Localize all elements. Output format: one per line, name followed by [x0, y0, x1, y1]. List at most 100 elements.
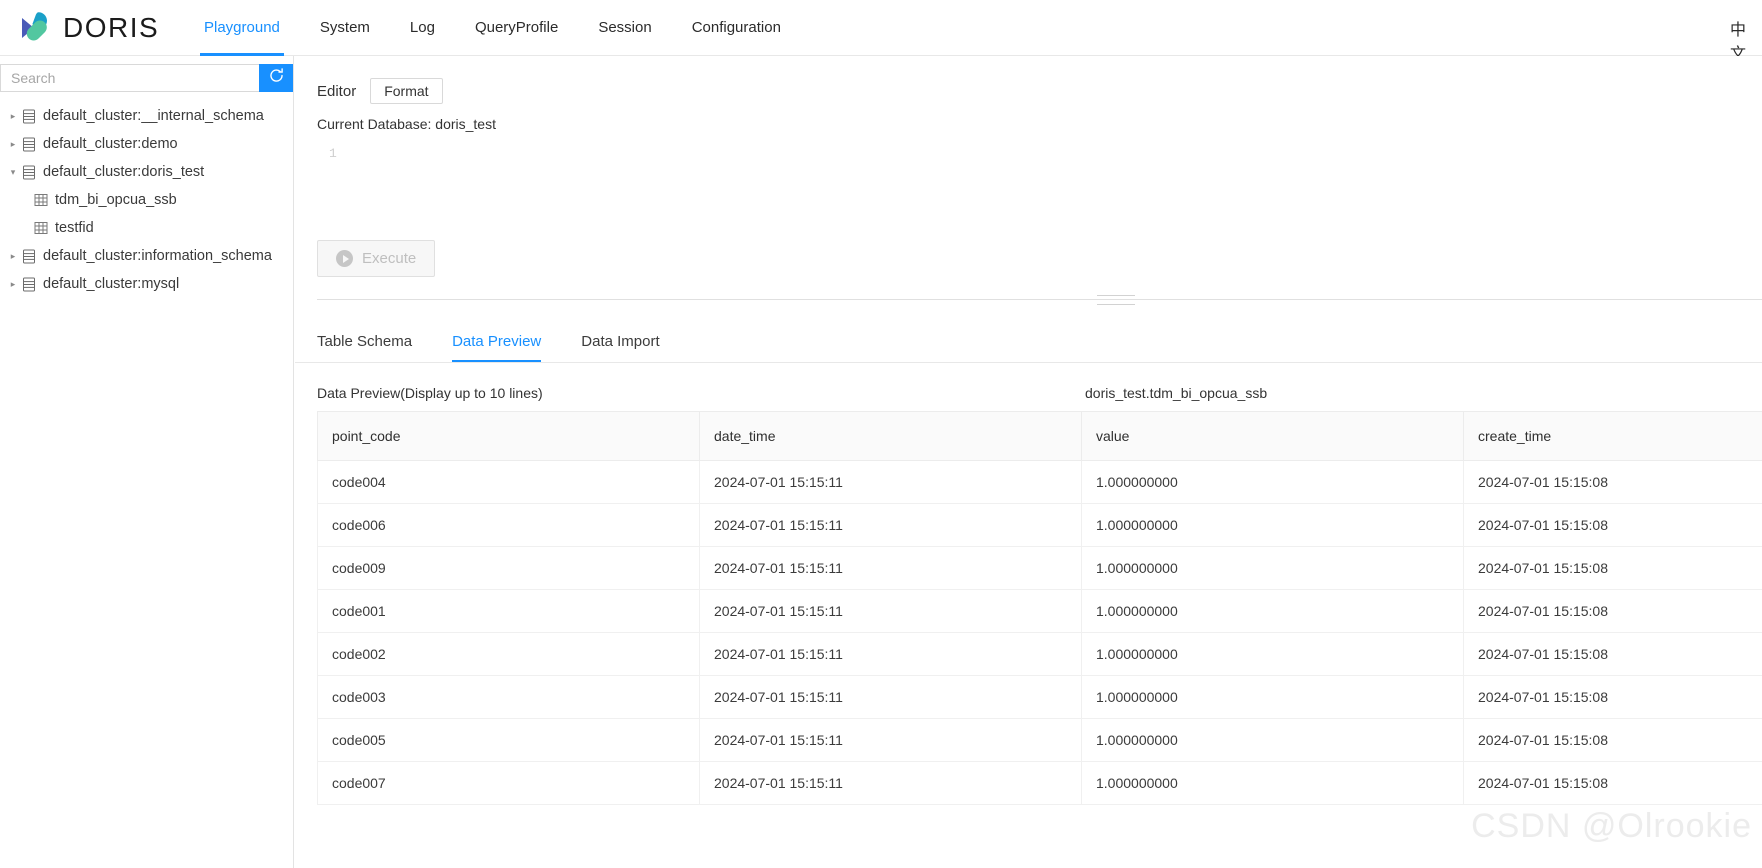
chevron-right-icon[interactable]: ▸: [4, 139, 22, 150]
refresh-button[interactable]: [259, 64, 293, 92]
cell-value: 1.000000000: [1081, 546, 1464, 590]
play-icon: [336, 250, 353, 267]
tree-node-label: default_cluster:information_schema: [43, 248, 272, 264]
cell-create-time: 2024-07-01 15:15:08: [1463, 460, 1762, 504]
database-icon: [22, 109, 36, 124]
cell-value: 1.000000000: [1081, 460, 1464, 504]
column-header-create-time: create_time: [1463, 411, 1762, 461]
table-row: code002 2024-07-01 15:15:11 1.000000000 …: [317, 632, 1762, 676]
database-icon: [22, 137, 36, 152]
execute-button[interactable]: Execute: [317, 240, 436, 277]
cell-date-time: 2024-07-01 15:15:11: [699, 761, 1082, 805]
tree-node-tdm-bi-opcua-ssb[interactable]: tdm_bi_opcua_ssb: [0, 186, 293, 214]
preview-title: Data Preview(Display up to 10 lines): [317, 385, 543, 401]
tree-node-label: default_cluster:demo: [43, 136, 178, 152]
brand-title: DORIS: [63, 11, 160, 43]
tree-node-doris-test[interactable]: ▾ default_cluster:doris_test: [0, 158, 293, 186]
table-icon: [34, 193, 48, 207]
data-table-wrap: point_code date_time value create_time c…: [295, 411, 1762, 805]
panel-splitter: [317, 295, 1762, 309]
cell-create-time: 2024-07-01 15:15:08: [1463, 761, 1762, 805]
cell-date-time: 2024-07-01 15:15:11: [699, 675, 1082, 719]
nav-item-playground[interactable]: Playground: [184, 0, 300, 56]
cell-value: 1.000000000: [1081, 718, 1464, 762]
database-icon: [22, 249, 36, 264]
table-row: code009 2024-07-01 15:15:11 1.000000000 …: [317, 546, 1762, 590]
tree-node-label: default_cluster:doris_test: [43, 164, 205, 180]
sidebar: ▸ default_cluster:__internal_schema ▸: [0, 56, 294, 868]
tree-node-internal-schema[interactable]: ▸ default_cluster:__internal_schema: [0, 102, 293, 130]
nav-items: Playground System Log QueryProfile Sessi…: [184, 0, 801, 56]
cell-value: 1.000000000: [1081, 632, 1464, 676]
database-icon: [22, 277, 36, 292]
cell-value: 1.000000000: [1081, 675, 1464, 719]
table-row: code005 2024-07-01 15:15:11 1.000000000 …: [317, 718, 1762, 762]
watermark: CSDN @Olrookie: [1471, 807, 1752, 845]
chevron-right-icon[interactable]: ▸: [4, 279, 22, 290]
chevron-right-icon[interactable]: ▸: [4, 111, 22, 122]
cell-value: 1.000000000: [1081, 761, 1464, 805]
table-row: code001 2024-07-01 15:15:11 1.000000000 …: [317, 589, 1762, 633]
column-header-date-time: date_time: [699, 411, 1082, 461]
table-row: code003 2024-07-01 15:15:11 1.000000000 …: [317, 675, 1762, 719]
table-icon: [34, 221, 48, 235]
tab-table-schema[interactable]: Table Schema: [317, 333, 426, 362]
result-tabs: Table Schema Data Preview Data Import: [295, 319, 1762, 363]
cell-date-time: 2024-07-01 15:15:11: [699, 632, 1082, 676]
editor-label: Editor: [317, 82, 357, 100]
format-button[interactable]: Format: [370, 78, 443, 104]
table-row: code004 2024-07-01 15:15:11 1.000000000 …: [317, 460, 1762, 504]
cell-point-code: code002: [317, 632, 700, 676]
cell-create-time: 2024-07-01 15:15:08: [1463, 718, 1762, 762]
cell-create-time: 2024-07-01 15:15:08: [1463, 503, 1762, 547]
sql-editor[interactable]: 1: [317, 146, 1762, 236]
tab-data-import[interactable]: Data Import: [581, 333, 673, 362]
tree-node-mysql[interactable]: ▸ default_cluster:mysql: [0, 270, 293, 298]
brand: DORIS: [0, 9, 184, 47]
tree-node-information-schema[interactable]: ▸ default_cluster:information_schema: [0, 242, 293, 270]
tree-node-label: default_cluster:mysql: [43, 276, 180, 292]
cell-point-code: code007: [317, 761, 700, 805]
table-row: code006 2024-07-01 15:15:11 1.000000000 …: [317, 503, 1762, 547]
refresh-icon: [268, 67, 285, 89]
cell-date-time: 2024-07-01 15:15:11: [699, 589, 1082, 633]
preview-header: Data Preview(Display up to 10 lines) dor…: [295, 363, 1762, 411]
tree-node-label: tdm_bi_opcua_ssb: [55, 192, 177, 208]
top-navigation-bar: DORIS Playground System Log QueryProfile…: [0, 0, 1762, 63]
splitter-line: [1097, 304, 1135, 305]
cell-create-time: 2024-07-01 15:15:08: [1463, 632, 1762, 676]
cell-point-code: code001: [317, 589, 700, 633]
editor-line-number: 1: [329, 146, 337, 161]
cell-point-code: code009: [317, 546, 700, 590]
preview-table-name: doris_test.tdm_bi_opcua_ssb: [1085, 385, 1268, 401]
nav-item-session[interactable]: Session: [578, 0, 671, 56]
tab-data-preview[interactable]: Data Preview: [452, 333, 555, 362]
table-header-row: point_code date_time value create_time: [317, 411, 1762, 461]
nav-item-queryprofile[interactable]: QueryProfile: [455, 0, 578, 56]
chevron-down-icon[interactable]: ▾: [4, 167, 22, 178]
cell-point-code: code004: [317, 460, 700, 504]
nav-item-configuration[interactable]: Configuration: [672, 0, 801, 56]
cell-date-time: 2024-07-01 15:15:11: [699, 503, 1082, 547]
splitter-drag-handle[interactable]: [1097, 295, 1135, 305]
cell-create-time: 2024-07-01 15:15:08: [1463, 589, 1762, 633]
cell-date-time: 2024-07-01 15:15:11: [699, 460, 1082, 504]
chevron-right-icon[interactable]: ▸: [4, 251, 22, 262]
cell-value: 1.000000000: [1081, 503, 1464, 547]
nav-item-system[interactable]: System: [300, 0, 390, 56]
tree-node-testfid[interactable]: testfid: [0, 214, 293, 242]
table-row: code007 2024-07-01 15:15:11 1.000000000 …: [317, 761, 1762, 805]
editor-toolbar: Editor Format: [295, 56, 1762, 104]
column-header-point-code: point_code: [317, 411, 700, 461]
cell-point-code: code005: [317, 718, 700, 762]
doris-logo-icon: [16, 9, 54, 47]
database-icon: [22, 165, 36, 180]
cell-date-time: 2024-07-01 15:15:11: [699, 546, 1082, 590]
search-input[interactable]: [0, 64, 259, 92]
tree-node-label: default_cluster:__internal_schema: [43, 108, 264, 124]
cell-create-time: 2024-07-01 15:15:08: [1463, 546, 1762, 590]
tree-node-demo[interactable]: ▸ default_cluster:demo: [0, 130, 293, 158]
nav-item-log[interactable]: Log: [390, 0, 455, 56]
database-tree: ▸ default_cluster:__internal_schema ▸ de…: [0, 92, 293, 298]
splitter-line: [1097, 295, 1135, 296]
